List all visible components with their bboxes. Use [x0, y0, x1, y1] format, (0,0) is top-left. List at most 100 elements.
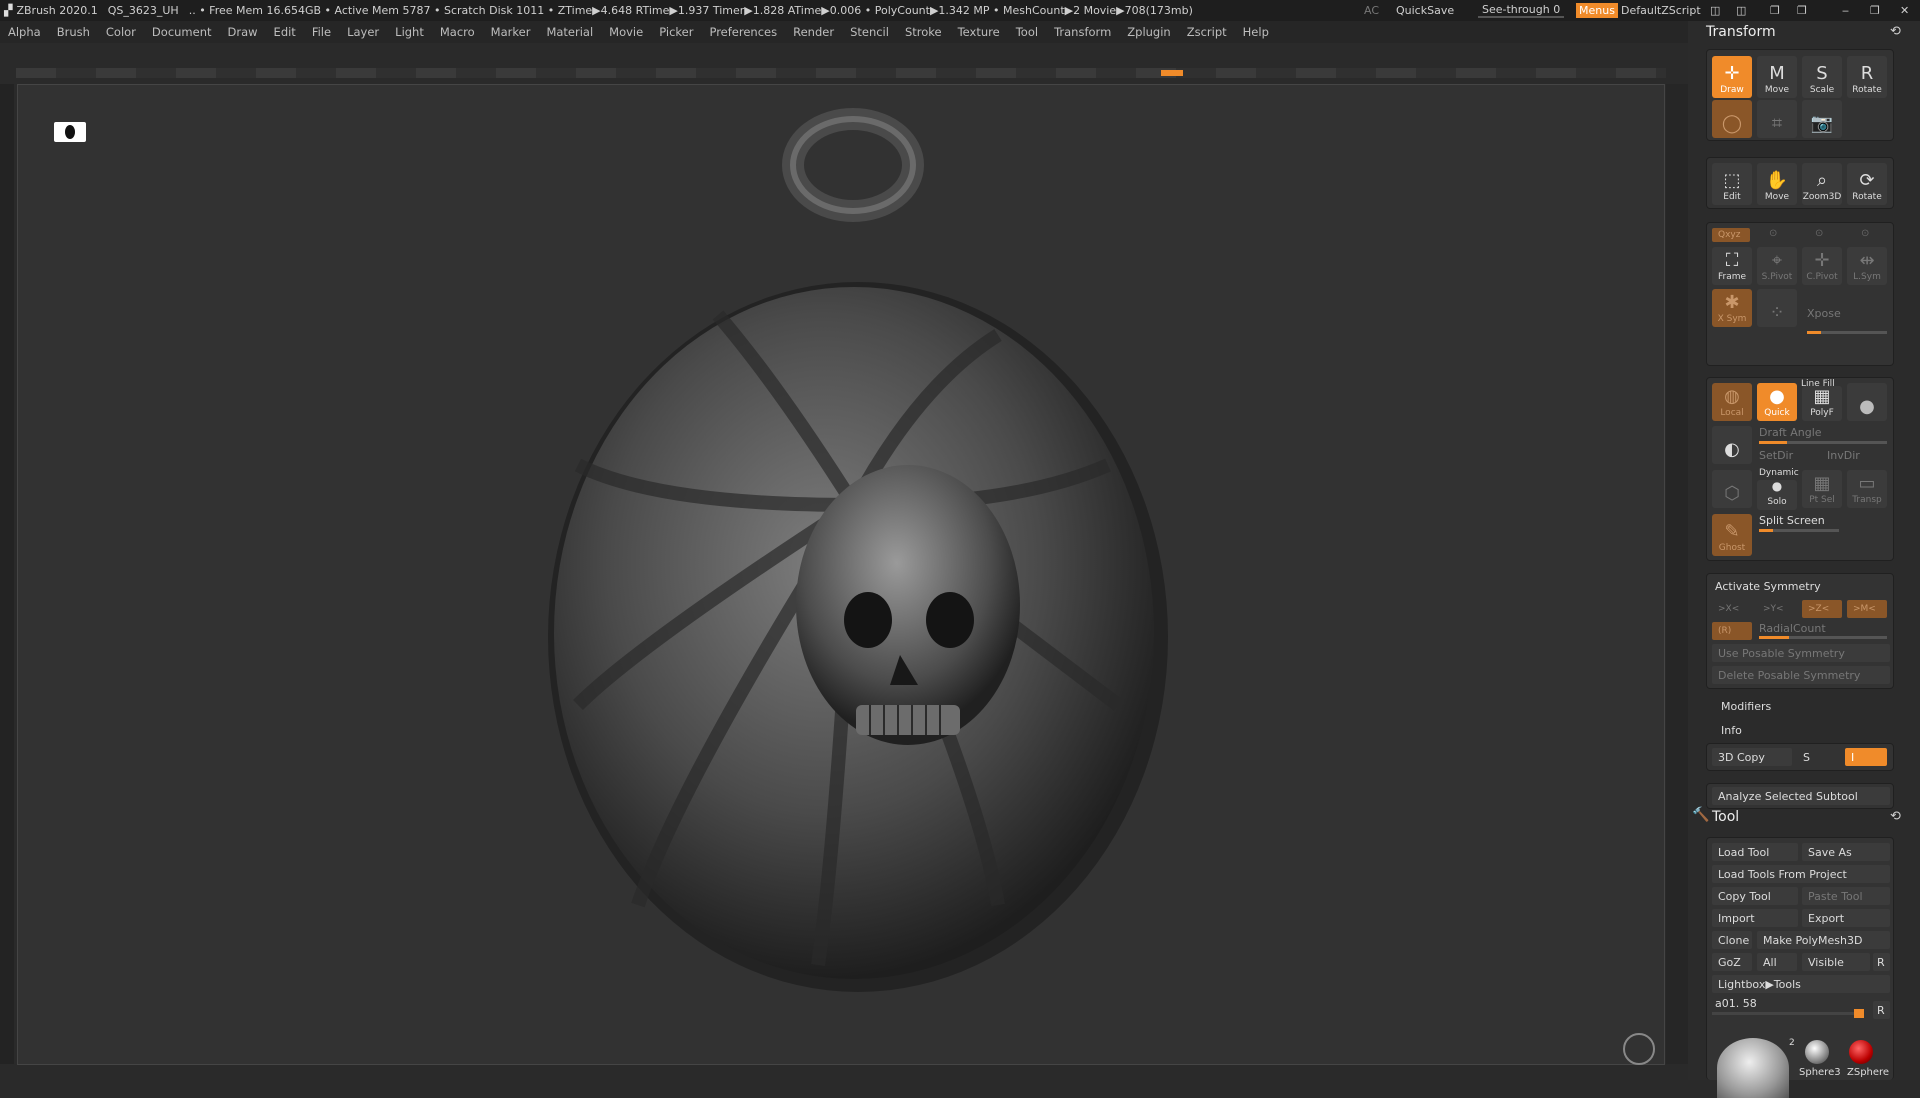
menu-item-tool[interactable]: Tool	[1008, 25, 1046, 39]
split-screen-slider[interactable]	[1759, 529, 1839, 532]
radial-r-button[interactable]: (R)	[1712, 622, 1752, 640]
timeline-marker[interactable]	[1161, 70, 1183, 76]
menu-item-brush[interactable]: Brush	[49, 25, 98, 39]
copy3d-i-field[interactable]: I	[1845, 748, 1887, 766]
minimize-icon[interactable]: ‒	[1842, 4, 1849, 17]
ghost-button[interactable]: ✎ Ghost	[1712, 514, 1752, 556]
ptsel-button[interactable]: ▦ Pt Sel	[1802, 470, 1842, 508]
sym-y-button[interactable]: >Y<	[1757, 600, 1797, 618]
paste-tool-button[interactable]: Paste Tool	[1802, 887, 1890, 905]
frame-button[interactable]: ⛶ Frame	[1712, 247, 1752, 285]
load-tools-from-project-button[interactable]: Load Tools From Project	[1712, 865, 1890, 883]
gizmo-button[interactable]: ◯	[1712, 100, 1752, 138]
xpose-label[interactable]: Xpose	[1807, 307, 1841, 320]
left-tray[interactable]	[0, 84, 14, 1064]
menu-item-render[interactable]: Render	[785, 25, 842, 39]
menu-item-layer[interactable]: Layer	[339, 25, 387, 39]
sym-y-icon[interactable]: ⊙	[1769, 228, 1777, 239]
xyz-toggle[interactable]: Qxyz	[1712, 228, 1750, 242]
radial-count-label[interactable]: RadialCount	[1759, 622, 1826, 635]
setdir-button[interactable]: SetDir	[1759, 449, 1793, 462]
sym-m-button[interactable]: >M<	[1847, 600, 1887, 618]
sym-m-icon[interactable]: ⊙	[1861, 228, 1869, 239]
tool-slider-knob[interactable]	[1854, 1009, 1864, 1018]
viewport-canvas[interactable]	[17, 84, 1665, 1065]
quick-button[interactable]: ● Quick	[1757, 383, 1797, 421]
sphere3-thumbnail[interactable]	[1805, 1040, 1829, 1064]
material-preview-button[interactable]: ●	[1847, 383, 1887, 421]
rotate-button[interactable]: R Rotate	[1847, 56, 1887, 98]
move-view-button[interactable]: ✋ Move	[1757, 163, 1797, 205]
copy3d-s-button[interactable]: S	[1797, 748, 1837, 766]
quicksave-button[interactable]: QuickSave	[1396, 4, 1454, 17]
zsphere-thumbnail[interactable]	[1849, 1040, 1873, 1064]
lsym-button[interactable]: ⇹ L.Sym	[1847, 247, 1887, 285]
right-tray[interactable]	[1666, 84, 1688, 1064]
edit-button[interactable]: ⬚ Edit	[1712, 163, 1752, 205]
sym-z-icon[interactable]: ⊙	[1815, 228, 1823, 239]
import-button[interactable]: Import	[1712, 909, 1798, 927]
analyze-selected-subtool-button[interactable]: Analyze Selected Subtool	[1712, 787, 1890, 805]
radial-count-slider[interactable]	[1759, 636, 1887, 639]
menu-item-transform[interactable]: Transform	[1046, 25, 1119, 39]
cpivot-button[interactable]: ✛ C.Pivot	[1802, 247, 1842, 285]
menu-item-draw[interactable]: Draw	[220, 25, 266, 39]
menus-toggle[interactable]: Menus	[1576, 3, 1618, 18]
contrast-button[interactable]: ◐	[1712, 426, 1752, 464]
local-button[interactable]: ◍ Local	[1712, 383, 1752, 421]
menu-item-macro[interactable]: Macro	[432, 25, 483, 39]
menu-item-texture[interactable]: Texture	[950, 25, 1008, 39]
move-button[interactable]: M Move	[1757, 56, 1797, 98]
menu-item-stencil[interactable]: Stencil	[842, 25, 897, 39]
use-posable-symmetry-button[interactable]: Use Posable Symmetry	[1712, 644, 1890, 662]
draw-button[interactable]: ✛ Draw	[1712, 56, 1752, 98]
goz-all-button[interactable]: All	[1757, 953, 1797, 971]
layout-icon[interactable]: ◫	[1710, 4, 1720, 17]
ac-label[interactable]: AC	[1364, 4, 1379, 17]
menu-item-document[interactable]: Document	[144, 25, 220, 39]
snapshot-button[interactable]: 📷	[1802, 100, 1842, 138]
copy3d-button[interactable]: 3D Copy	[1712, 748, 1792, 766]
menu-item-stroke[interactable]: Stroke	[897, 25, 950, 39]
draft-angle-slider[interactable]	[1759, 441, 1887, 444]
tool-title[interactable]: Tool	[1712, 809, 1739, 825]
menu-item-light[interactable]: Light	[387, 25, 432, 39]
save-as-button[interactable]: Save As	[1802, 843, 1890, 861]
modifiers-subpalette[interactable]: Modifiers	[1721, 700, 1771, 713]
menu-item-zplugin[interactable]: Zplugin	[1119, 25, 1178, 39]
invdir-button[interactable]: InvDir	[1827, 449, 1860, 462]
current-tool-slider[interactable]	[1712, 1012, 1862, 1015]
info-subpalette[interactable]: Info	[1721, 724, 1742, 737]
window-icon-2[interactable]: ❐	[1797, 4, 1807, 17]
current-tool-thumbnail[interactable]	[1717, 1038, 1789, 1098]
menu-item-picker[interactable]: Picker	[651, 25, 701, 39]
clone-button[interactable]: Clone	[1712, 931, 1752, 949]
xpose-slider[interactable]	[1807, 331, 1887, 334]
menu-item-alpha[interactable]: Alpha	[0, 25, 49, 39]
menu-item-marker[interactable]: Marker	[483, 25, 539, 39]
tool-reset-icon[interactable]: ⟲	[1890, 809, 1901, 824]
reset-icon[interactable]: ⟲	[1890, 24, 1901, 39]
zoom3d-button[interactable]: ⌕ Zoom3D	[1802, 163, 1842, 205]
layout-icon-2[interactable]: ◫	[1736, 4, 1746, 17]
menu-item-color[interactable]: Color	[98, 25, 144, 39]
restore-icon[interactable]: ❐	[1870, 4, 1880, 17]
xsym-button[interactable]: ✱ X Sym	[1712, 289, 1752, 327]
rotate-view-button[interactable]: ⟳ Rotate	[1847, 163, 1887, 205]
polyf-button[interactable]: ▦ PolyF	[1802, 386, 1842, 421]
activate-symmetry-button[interactable]: Activate Symmetry	[1715, 580, 1821, 593]
make-polymesh3d-button[interactable]: Make PolyMesh3D	[1757, 931, 1890, 949]
transform-title[interactable]: Transform	[1706, 24, 1776, 40]
goz-r-button[interactable]: R	[1873, 953, 1890, 971]
draft-angle-label[interactable]: Draft Angle	[1759, 426, 1822, 439]
scale-button[interactable]: S Scale	[1802, 56, 1842, 98]
goz-button[interactable]: GoZ	[1712, 953, 1752, 971]
tool-r-button[interactable]: R	[1873, 1001, 1890, 1019]
transp-button[interactable]: ▭ Transp	[1847, 470, 1887, 508]
ghost-cube-button[interactable]: ⬡	[1712, 470, 1752, 508]
window-icon[interactable]: ❐	[1770, 4, 1780, 17]
load-tool-button[interactable]: Load Tool	[1712, 843, 1798, 861]
edit-curve-button[interactable]: ⌗	[1757, 100, 1797, 138]
sym-z-button[interactable]: >Z<	[1802, 600, 1842, 618]
see-through-slider[interactable]: See-through 0	[1478, 3, 1565, 18]
